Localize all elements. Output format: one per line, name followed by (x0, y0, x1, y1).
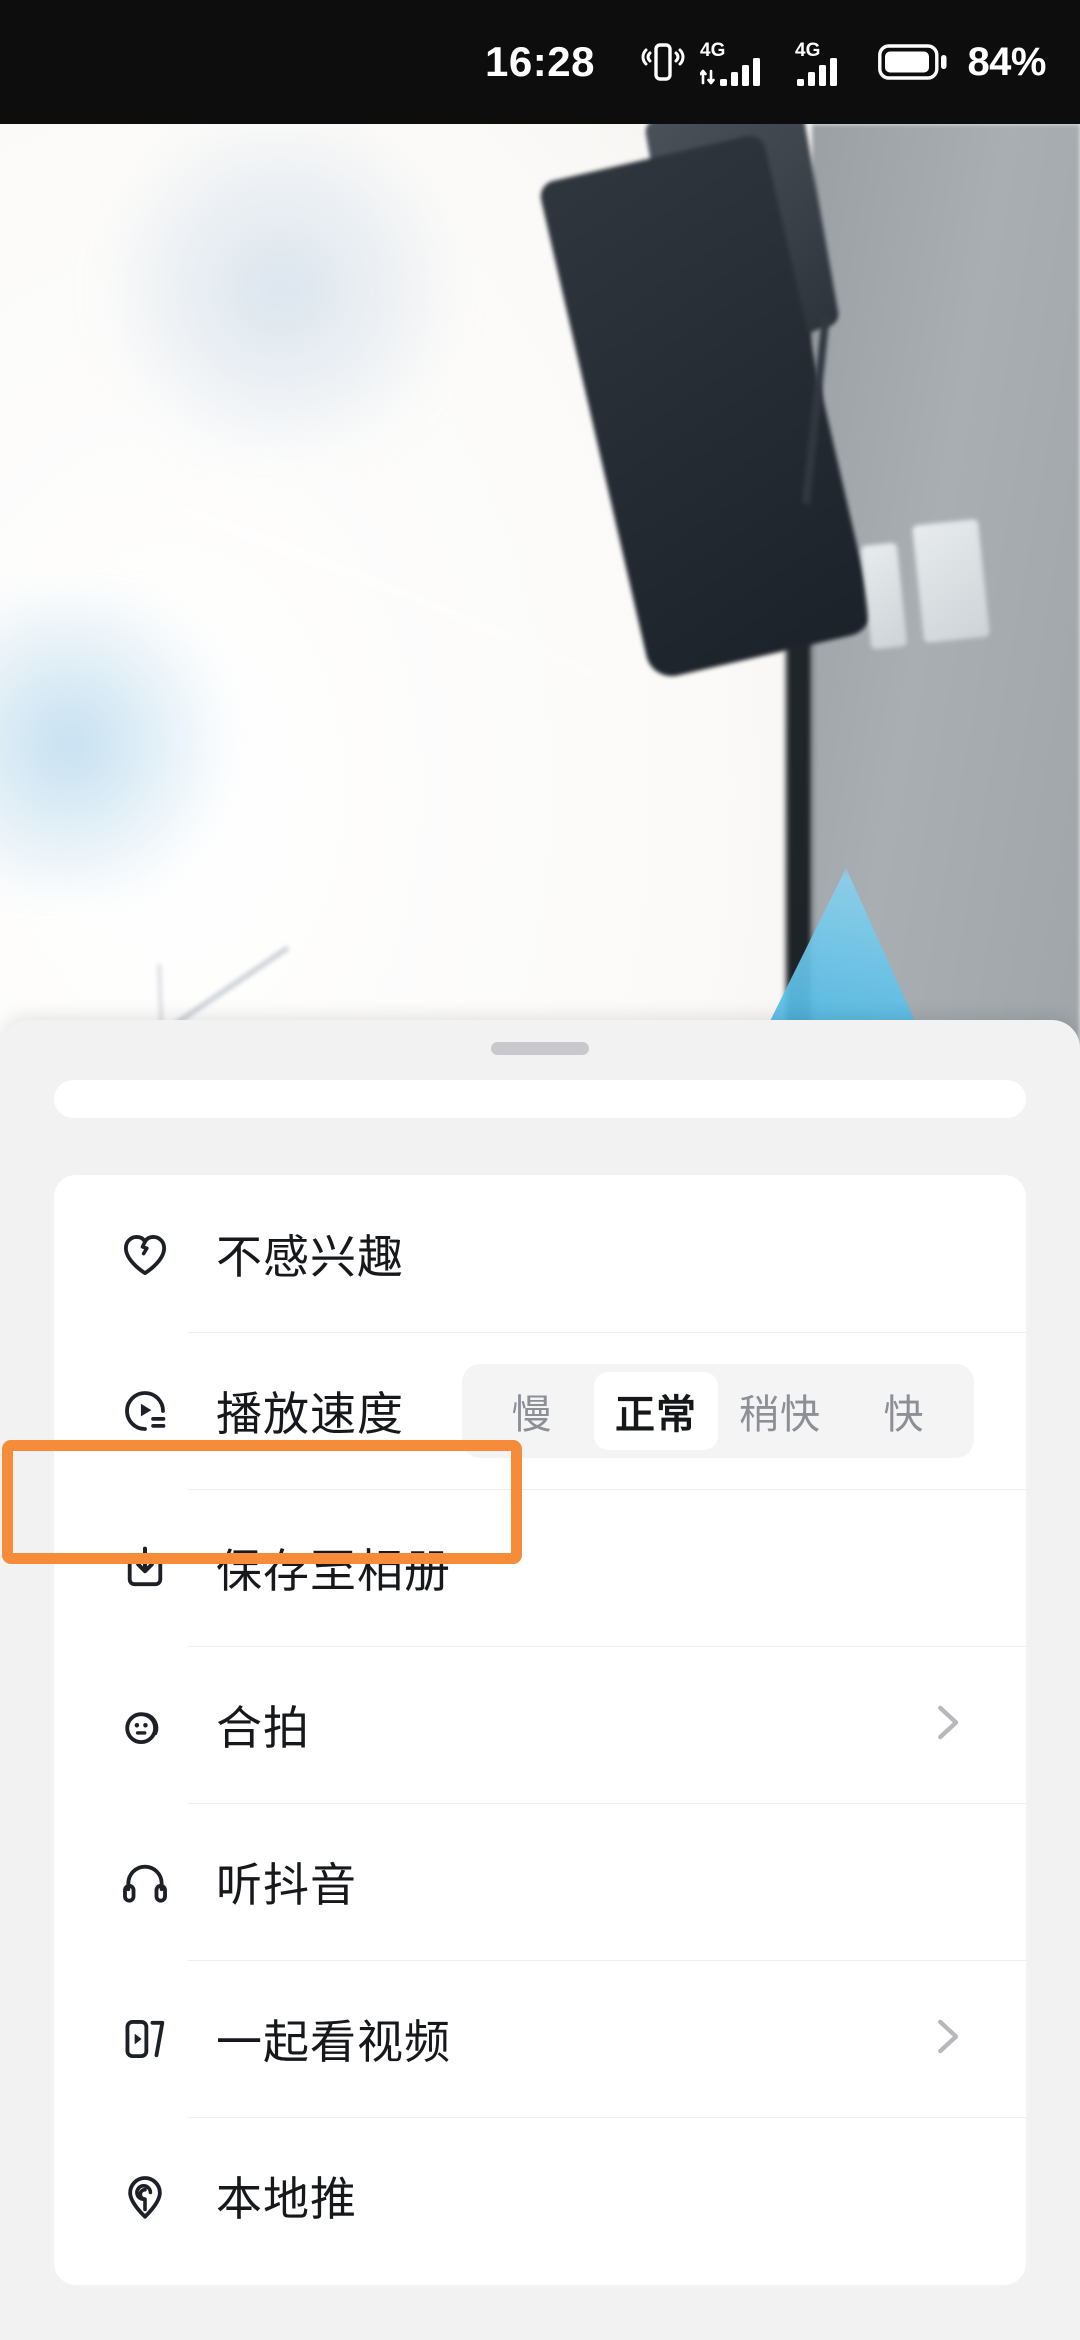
option-row-playback-speed[interactable]: 播放速度 慢 正常 稍快 快 (54, 1332, 1026, 1489)
vibrate-icon (641, 43, 685, 81)
drag-handle[interactable] (491, 1042, 589, 1055)
option-row-duet[interactable]: 合拍 (54, 1646, 1026, 1803)
phone-screen: 16:28 4G 4G 84% 不感兴趣 播放速度 慢 正常 稍快 快 保存至相… (0, 0, 1080, 2340)
battery-icon (878, 44, 947, 80)
speed-option-fast[interactable]: 快 (842, 1372, 966, 1450)
chevron-right-icon (930, 2009, 964, 2068)
svg-text:4G: 4G (795, 40, 820, 61)
chevron-right-icon (930, 1695, 964, 1754)
broken-heart-icon (116, 1225, 174, 1283)
watch-together-icon (116, 2010, 174, 2068)
option-label: 播放速度 (216, 1387, 404, 1440)
option-label: 不感兴趣 (216, 1230, 404, 1283)
battery-percent-label: 84% (967, 39, 1046, 84)
option-label: 本地推 (216, 2172, 357, 2225)
signal-4g-primary-icon: 4G (700, 40, 761, 86)
headphones-icon (116, 1853, 174, 1911)
speed-option-slow[interactable]: 慢 (470, 1372, 594, 1450)
option-row-local-promotion[interactable]: 本地推 (54, 2117, 1026, 2274)
option-label: 合拍 (216, 1701, 310, 1754)
speed-option-slightly-fast[interactable]: 稍快 (718, 1372, 842, 1450)
option-label: 保存至相册 (216, 1544, 451, 1597)
duet-smiley-icon (116, 1696, 174, 1754)
options-bottom-sheet: 不感兴趣 播放速度 慢 正常 稍快 快 保存至相册 合拍 听抖音 一起看视频 本… (0, 1020, 1080, 2340)
playback-speed-icon (116, 1382, 174, 1440)
backdrop-haze-top (70, 124, 490, 454)
option-row-listen-douyin[interactable]: 听抖音 (54, 1803, 1026, 1960)
option-label: 听抖音 (216, 1858, 357, 1911)
svg-text:4G: 4G (700, 40, 725, 61)
options-card: 不感兴趣 播放速度 慢 正常 稍快 快 保存至相册 合拍 听抖音 一起看视频 本… (54, 1175, 1026, 2285)
speed-option-normal[interactable]: 正常 (594, 1371, 718, 1450)
status-bar-icons: 4G 4G 84% (639, 0, 1046, 124)
status-bar: 16:28 4G 4G 84% (0, 0, 1080, 124)
playback-speed-segmented-control[interactable]: 慢 正常 稍快 快 (462, 1363, 974, 1458)
backdrop-haze-left (0, 594, 250, 894)
option-row-not-interested[interactable]: 不感兴趣 (54, 1175, 1026, 1332)
option-row-watch-together[interactable]: 一起看视频 (54, 1960, 1026, 2117)
share-row-peek-card[interactable] (54, 1080, 1026, 1118)
backdrop-vent-large (912, 518, 990, 644)
download-icon (116, 1539, 174, 1597)
option-label: 一起看视频 (216, 2015, 451, 2068)
location-pin-icon (116, 2167, 174, 2225)
signal-4g-secondary-icon: 4G (795, 40, 838, 86)
option-row-save-to-album[interactable]: 保存至相册 (54, 1489, 1026, 1646)
